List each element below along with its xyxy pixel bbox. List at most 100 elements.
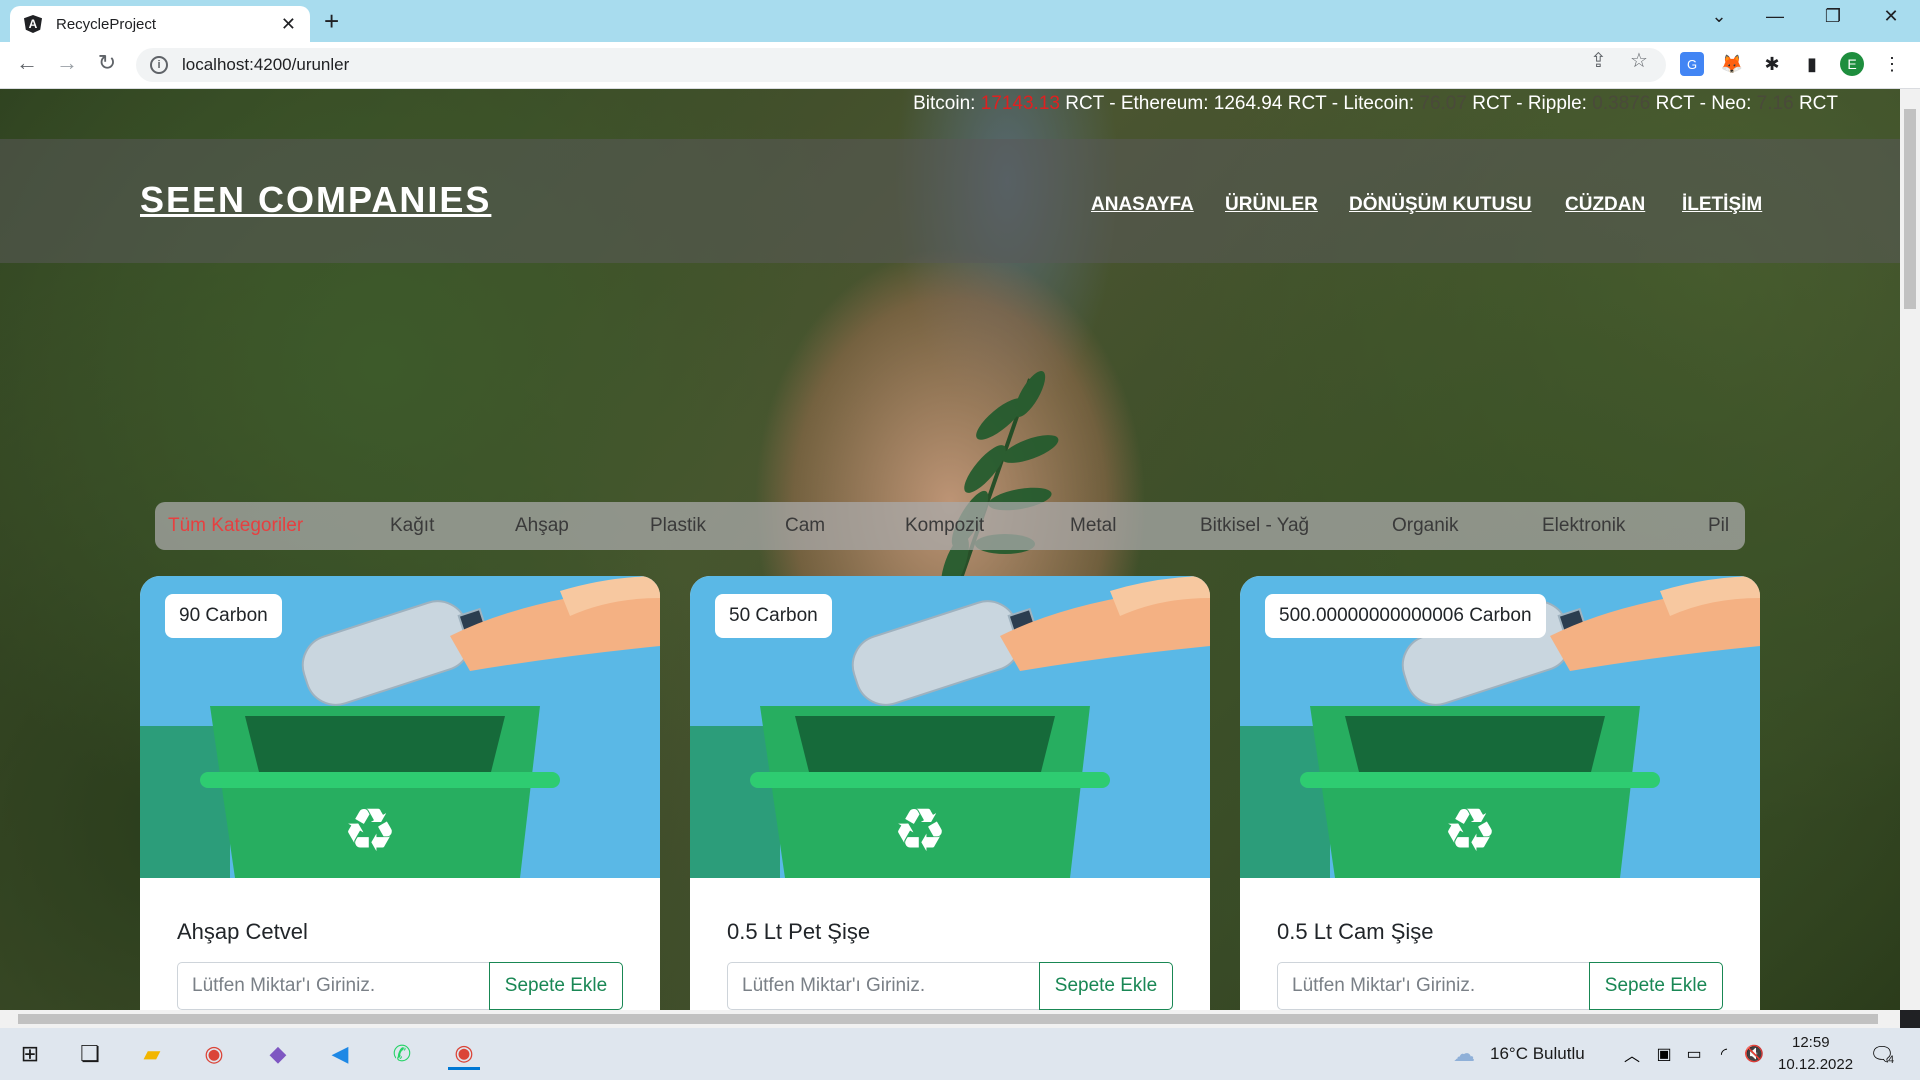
category-tum-kategoriler[interactable]: Tüm Kategoriler [168, 515, 303, 537]
chevron-up-icon[interactable]: ︿ [1616, 1038, 1648, 1070]
address-bar[interactable]: i localhost:4200/urunler [136, 48, 1666, 82]
metamask-fox-icon[interactable]: 🦊 [1720, 52, 1744, 76]
product-card: ♻ 50 Carbon 0.5 Lt Pet Şişe Sepete Ekle [690, 576, 1210, 1010]
battery-icon[interactable]: ▭ [1678, 1038, 1710, 1070]
category-filter-bar: Tüm Kategoriler Kağıt Ahşap Plastik Cam … [155, 502, 1745, 550]
ticker-ethereum-value: 1264.94 [1213, 93, 1283, 114]
ticker-litecoin-value: 76.07 [1419, 93, 1467, 114]
tab-close-icon[interactable]: ✕ [281, 14, 296, 35]
device-icon[interactable]: ▣ [1648, 1038, 1680, 1070]
category-plastik[interactable]: Plastik [650, 515, 706, 537]
ticker-neo-value: 7.16 [1756, 93, 1794, 114]
ticker-ripple-value: 0.3876 [1592, 93, 1651, 114]
new-tab-button[interactable]: + [324, 8, 339, 34]
browser-toolbar: ← → ↻ i localhost:4200/urunler ⇪ ☆ G 🦊 ✱… [0, 42, 1920, 89]
ticker-neo-label: Neo: [1711, 93, 1752, 114]
visual-studio-icon[interactable]: ◆ [262, 1038, 294, 1070]
translate-extension-icon[interactable]: G [1680, 52, 1704, 76]
reload-icon[interactable]: ↻ [92, 50, 122, 76]
site-header: SEEN COMPANIES ANASAYFA ÜRÜNLER DÖNÜŞÜM … [0, 139, 1900, 263]
vertical-scrollbar[interactable] [1900, 89, 1920, 1010]
carbon-badge: 50 Carbon [715, 594, 832, 638]
horizontal-scrollbar[interactable] [0, 1010, 1900, 1028]
windows-start-icon[interactable]: ⊞ [14, 1038, 46, 1070]
share-icon[interactable]: ⇪ [1590, 48, 1607, 73]
product-title: 0.5 Lt Cam Şişe [1277, 919, 1434, 944]
whatsapp-icon[interactable]: ✆ [386, 1038, 418, 1070]
tab-title: RecycleProject [56, 15, 157, 33]
side-panel-icon[interactable]: ▮ [1800, 52, 1824, 76]
add-to-cart-button[interactable]: Sepete Ekle [1589, 962, 1723, 1010]
category-metal[interactable]: Metal [1070, 515, 1116, 537]
add-to-cart-button[interactable]: Sepete Ekle [1039, 962, 1173, 1010]
svg-text:♻: ♻ [1443, 796, 1497, 866]
wifi-icon[interactable]: ◜ [1708, 1038, 1740, 1070]
chrome-icon[interactable]: ◉ [198, 1038, 230, 1070]
tab-search-chevron-icon[interactable]: ⌄ [1704, 6, 1734, 27]
cloud-weather-icon[interactable]: ☁ [1448, 1038, 1480, 1070]
category-kompozit[interactable]: Kompozit [905, 515, 984, 537]
ticker-bitcoin-label: Bitcoin: [913, 93, 976, 114]
category-bitkisel-yag[interactable]: Bitkisel - Yağ [1200, 515, 1309, 537]
svg-text:♻: ♻ [893, 796, 947, 866]
file-explorer-icon[interactable]: ▰ [136, 1038, 168, 1070]
site-info-icon[interactable]: i [150, 56, 168, 74]
nav-cuzdan[interactable]: CÜZDAN [1565, 194, 1645, 216]
nav-donusum-kutusu[interactable]: DÖNÜŞÜM KUTUSU [1349, 194, 1532, 216]
url-text: localhost:4200/urunler [182, 55, 350, 74]
crypto-price-ticker: Bitcoin: 17143.13 RCT - Ethereum: 1264.9… [913, 93, 1838, 115]
carbon-badge: 90 Carbon [165, 594, 282, 638]
vscode-icon[interactable]: ◀ [324, 1038, 356, 1070]
browser-menu-icon[interactable]: ⋮ [1880, 52, 1904, 76]
nav-anasayfa[interactable]: ANASAYFA [1091, 194, 1194, 216]
horizontal-scroll-thumb[interactable] [18, 1014, 1878, 1024]
quantity-input[interactable] [727, 962, 1039, 1010]
angular-favicon-icon: A [24, 15, 42, 33]
ticker-ethereum-label: Ethereum: [1120, 93, 1209, 114]
category-kagit[interactable]: Kağıt [390, 515, 434, 537]
product-card: ♻ 90 Carbon Ahşap Cetvel Sepete Ekle [140, 576, 660, 1010]
maximize-button[interactable]: ❐ [1818, 6, 1848, 27]
product-title: 0.5 Lt Pet Şişe [727, 919, 871, 944]
close-window-button[interactable]: ✕ [1876, 6, 1906, 27]
notification-count: 4 [1888, 1054, 1895, 1066]
svg-text:♻: ♻ [343, 796, 397, 866]
ticker-litecoin-unit: RCT - [1472, 93, 1523, 114]
add-to-cart-button[interactable]: Sepete Ekle [489, 962, 623, 1010]
ticker-bitcoin-unit: RCT - [1065, 93, 1116, 114]
extensions-puzzle-icon[interactable]: ✱ [1760, 52, 1784, 76]
brand-logo[interactable]: SEEN COMPANIES [140, 179, 491, 221]
minimize-button[interactable]: — [1760, 6, 1790, 27]
quantity-input[interactable] [177, 962, 489, 1010]
vertical-scroll-thumb[interactable] [1904, 109, 1916, 309]
browser-tab[interactable]: A RecycleProject ✕ [10, 6, 310, 42]
ticker-bitcoin-value: 17143.13 [980, 93, 1060, 114]
back-arrow-icon[interactable]: ← [12, 50, 42, 76]
nav-iletisim[interactable]: İLETİŞİM [1682, 194, 1762, 216]
profile-avatar[interactable]: E [1840, 52, 1864, 76]
quantity-input[interactable] [1277, 962, 1589, 1010]
windows-taskbar: ⊞ ❏ ▰ ◉ ◆ ◀ ✆ ◉ ☁ 16°C Bulutlu ︿ ▣ ▭ ◜ 🔇… [0, 1028, 1920, 1080]
ticker-neo-unit: RCT [1798, 93, 1838, 114]
ticker-ethereum-unit: RCT - [1287, 93, 1339, 114]
clock-date[interactable]: 10.12.2022 [1778, 1056, 1853, 1073]
category-cam[interactable]: Cam [785, 515, 825, 537]
nav-urunler[interactable]: ÜRÜNLER [1225, 194, 1318, 216]
clock-time[interactable]: 12:59 [1792, 1034, 1830, 1051]
category-pil[interactable]: Pil [1708, 515, 1729, 537]
page-viewport: Bitcoin: 17143.13 RCT - Ethereum: 1264.9… [0, 89, 1900, 1010]
volume-muted-icon[interactable]: 🔇 [1738, 1038, 1770, 1070]
chrome-profile-active-icon[interactable]: ◉ [448, 1038, 480, 1070]
category-elektronik[interactable]: Elektronik [1542, 515, 1625, 537]
category-ahsap[interactable]: Ahşap [515, 515, 569, 537]
browser-tab-strip: A RecycleProject ✕ + ⌄ — ❐ ✕ [0, 0, 1920, 42]
carbon-badge: 500.00000000000006 Carbon [1265, 594, 1546, 638]
category-organik[interactable]: Organik [1392, 515, 1459, 537]
weather-text[interactable]: 16°C Bulutlu [1490, 1044, 1585, 1064]
bookmark-star-icon[interactable]: ☆ [1630, 48, 1648, 73]
product-card: ♻ 500.00000000000006 Carbon 0.5 Lt Cam Ş… [1240, 576, 1760, 1010]
task-view-icon[interactable]: ❏ [74, 1038, 106, 1070]
ticker-ripple-label: Ripple: [1527, 93, 1587, 114]
ticker-litecoin-label: Litecoin: [1343, 93, 1415, 114]
forward-arrow-icon[interactable]: → [52, 50, 82, 76]
